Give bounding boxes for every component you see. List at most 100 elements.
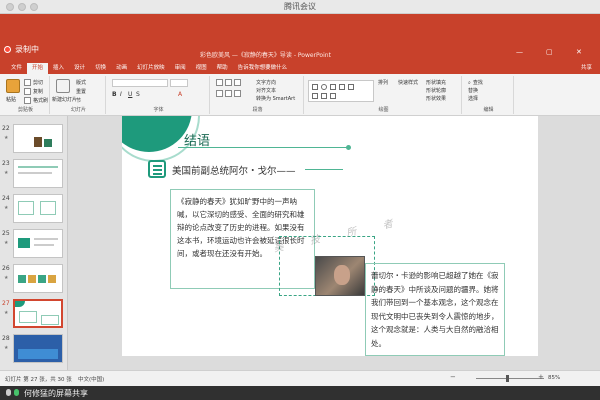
tab-design[interactable]: 设计 [69, 63, 90, 74]
thumb-image [34, 137, 42, 147]
ribbon-tabs: 文件 开始 插入 设计 切换 动画 幻灯片放映 审阅 视图 帮助 告诉我你想要做… [0, 62, 600, 74]
replace-button[interactable]: 替换 [468, 87, 478, 94]
subtitle-divider [305, 169, 343, 170]
tab-transitions[interactable]: 切换 [90, 63, 111, 74]
slide-thumbnail-27[interactable] [13, 299, 63, 328]
shape-effects-button[interactable]: 形状效果 [426, 95, 446, 102]
new-slide-icon[interactable] [56, 79, 70, 93]
zoom-out-icon[interactable]: − [450, 373, 456, 381]
font-size-select[interactable] [170, 79, 188, 87]
layout-button[interactable]: 版式 [76, 79, 86, 86]
zoom-level[interactable]: 85% [548, 375, 560, 381]
numbering-icon [225, 79, 232, 86]
tab-insert[interactable]: 插入 [48, 63, 69, 74]
close-icon[interactable]: ✕ [576, 48, 582, 56]
status-bar: 幻灯片 第 27 张，共 30 张 中文(中国) − + 85% [0, 370, 600, 386]
minimize-icon[interactable]: — [516, 48, 523, 56]
reset-button[interactable]: 重置 [76, 88, 86, 95]
format-painter-button[interactable]: 格式刷 [24, 97, 48, 104]
new-slide-button[interactable]: 新建幻灯片 [52, 96, 77, 103]
shadow-button[interactable]: S [136, 91, 140, 98]
slide-editing-area: 结语 美国前副总统阿尔・戈尔—— 《寂静的春天》犹如旷野中的一声呐喊，以它深切的… [68, 116, 600, 370]
paste-button[interactable]: 粘贴 [6, 96, 16, 103]
quote-textbox-2[interactable]: 蕾切尔・卡逊的影响已超越了她在《寂静的春天》中所谈及问题的疆界。她将我们带回到一… [365, 263, 505, 356]
select-button[interactable]: 选择 [468, 95, 478, 102]
thumb-box [19, 311, 37, 323]
rect-shape-icon[interactable] [312, 84, 318, 90]
smartart-button[interactable]: 转换为 SmartArt [256, 95, 295, 102]
slide-thumbnail-25[interactable] [13, 229, 63, 258]
list-icon [148, 160, 166, 178]
recording-indicator[interactable]: 录制中 [4, 42, 39, 56]
slide-subtitle[interactable]: 美国前副总统阿尔・戈尔—— [172, 163, 296, 177]
slide-thumbnail-22[interactable] [13, 124, 63, 153]
shape-outline-button[interactable]: 形状轮廓 [426, 87, 446, 94]
arrow-shape-icon[interactable] [339, 84, 345, 90]
group-label-editing: 编辑 [483, 107, 494, 113]
oval-shape-icon[interactable] [321, 84, 327, 90]
quick-styles-button[interactable]: 快速样式 [398, 79, 418, 86]
zoom-slider-handle[interactable] [506, 375, 509, 382]
textbox-shape-icon[interactable] [312, 93, 318, 99]
tab-home[interactable]: 开始 [27, 63, 49, 74]
zoom-slider[interactable] [476, 378, 544, 379]
microphone-icon[interactable] [6, 389, 11, 396]
tab-help[interactable]: 帮助 [212, 63, 233, 74]
copy-icon [24, 88, 31, 95]
thumb-line [34, 244, 54, 246]
shape-fill-button[interactable]: 形状填充 [426, 79, 446, 86]
thumb-number: 24 [2, 195, 10, 202]
text-direction-button[interactable]: 文字方向 [256, 79, 276, 86]
group-slides: 新建幻灯片 版式 重置 节 幻灯片 [52, 76, 106, 114]
italic-button[interactable]: I [120, 91, 122, 98]
star-shape-icon[interactable] [321, 93, 327, 99]
arrange-button[interactable]: 排列 [378, 79, 388, 86]
shapes-gallery[interactable] [308, 80, 374, 102]
cut-button[interactable]: 剪切 [24, 79, 43, 86]
zoom-in-icon[interactable]: + [538, 373, 544, 381]
triangle-shape-icon[interactable] [348, 84, 354, 90]
align-text-button[interactable]: 对齐文本 [256, 87, 276, 94]
group-clipboard: 粘贴 剪切 复制 格式刷 剪贴板 [2, 76, 50, 114]
line-shape-icon[interactable] [330, 84, 336, 90]
tab-view[interactable]: 视图 [191, 63, 212, 74]
font-name-select[interactable] [112, 79, 168, 87]
find-button[interactable]: ⌕ 查找 [468, 79, 483, 87]
title-dot [346, 145, 351, 150]
slide-thumbnail-26[interactable] [13, 264, 63, 293]
tab-review[interactable]: 审阅 [170, 63, 191, 74]
thumb-image [18, 349, 58, 359]
language-indicator[interactable]: 中文(中国) [78, 375, 104, 383]
thumb-box [40, 201, 56, 215]
share-button[interactable]: 共享 [581, 63, 592, 71]
slide-thumbnail-23[interactable] [13, 159, 63, 188]
align-left-icon [216, 90, 223, 97]
brace-shape-icon[interactable] [330, 93, 336, 99]
slide-thumbnail-pane[interactable]: 22 ★ 23 ★ 24 ★ 25 ★ 26 ★ 27 ★ 28 ★ [0, 116, 68, 370]
thumb-image [44, 139, 52, 147]
paste-icon[interactable] [6, 79, 20, 93]
bold-button[interactable]: B [112, 91, 117, 98]
portrait-photo[interactable] [315, 256, 365, 296]
copy-button[interactable]: 复制 [24, 88, 43, 95]
ribbon: 粘贴 剪切 复制 格式刷 剪贴板 新建幻灯片 版式 重置 节 幻灯片 B I U… [0, 74, 600, 116]
align-button[interactable] [216, 90, 243, 97]
thumb-number: 26 [2, 265, 10, 272]
window-titlebar: 腾讯会议 [0, 0, 600, 14]
current-slide[interactable]: 结语 美国前副总统阿尔・戈尔—— 《寂静的春天》犹如旷野中的一声呐喊，以它深切的… [122, 116, 538, 356]
font-color-button[interactable]: A [178, 91, 182, 98]
thumb-box [41, 315, 59, 325]
tell-me-search[interactable]: 告诉我你想要做什么 [233, 63, 293, 74]
thumb-star-icon: ★ [4, 135, 9, 141]
section-button[interactable]: 节 [76, 97, 81, 104]
tab-file[interactable]: 文件 [6, 63, 27, 74]
tab-slideshow[interactable]: 幻灯片放映 [132, 63, 170, 74]
slide-thumbnail-28[interactable] [13, 334, 63, 363]
thumb-box [48, 275, 56, 283]
slide-thumbnail-24[interactable] [13, 194, 63, 223]
underline-button[interactable]: U [128, 91, 132, 98]
bullets-button[interactable] [216, 79, 243, 86]
tab-animations[interactable]: 动画 [111, 63, 132, 74]
bullets-icon [216, 79, 223, 86]
restore-icon[interactable]: ▢ [546, 48, 553, 56]
